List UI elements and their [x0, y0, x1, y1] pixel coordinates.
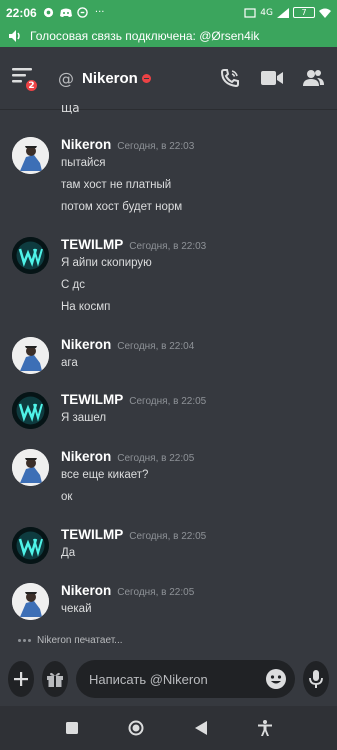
message-author[interactable]: Nikeron Сегодня, в 22:04 [61, 337, 194, 352]
message-author[interactable]: Nikeron Сегодня, в 22:05 [61, 583, 194, 598]
system-status-bar: 22:06 ··· 4G 7 [0, 0, 337, 25]
message-text: все еще кикает? [61, 469, 149, 481]
system-navigation-bar [0, 706, 337, 750]
avatar[interactable] [12, 527, 49, 564]
avatar[interactable] [12, 392, 49, 429]
message-timestamp: Сегодня, в 22:05 [129, 531, 207, 542]
message-text: ага [61, 357, 78, 369]
signal-icon [277, 7, 289, 19]
message-timestamp: Сегодня, в 22:05 [129, 396, 207, 407]
back-triangle-icon[interactable] [190, 717, 212, 739]
battery-level: 7 [301, 8, 307, 17]
square-nav-icon[interactable] [61, 717, 83, 739]
message-timestamp: Сегодня, в 22:04 [117, 341, 195, 352]
voice-message-button[interactable] [303, 661, 329, 697]
unread-badge: 2 [24, 78, 39, 93]
message-author[interactable]: Nikeron Сегодня, в 22:05 [61, 449, 194, 464]
message-text: ок [61, 491, 73, 503]
speaker-icon [8, 29, 22, 43]
message-timestamp: Сегодня, в 22:03 [117, 141, 195, 152]
voice-connected-banner[interactable]: Голосовая связь подключена: @Ørsen4ik [0, 25, 337, 47]
battery-icon: 7 [293, 7, 315, 18]
message-text: пытайся [61, 157, 106, 169]
do-not-disturb-status-icon [141, 73, 151, 83]
author-name: TEWILMP [61, 527, 124, 542]
avatar[interactable] [12, 237, 49, 274]
author-name: TEWILMP [61, 392, 124, 407]
typing-dots-icon [18, 638, 31, 642]
video-camera-icon[interactable] [261, 67, 283, 89]
discord-icon [59, 7, 72, 19]
message-input[interactable] [89, 671, 265, 687]
author-name: Nikeron [61, 583, 112, 598]
author-name: Nikeron [61, 337, 112, 352]
accessibility-icon[interactable] [254, 717, 276, 739]
circle-nav-icon[interactable] [125, 717, 147, 739]
avatar[interactable] [12, 337, 49, 374]
author-name: Nikeron [61, 449, 112, 464]
plus-icon [14, 672, 28, 686]
message-timestamp: Сегодня, в 22:03 [129, 241, 207, 252]
avatar[interactable] [12, 449, 49, 486]
microphone-icon [309, 670, 323, 688]
avatar[interactable] [12, 583, 49, 620]
clock: 22:06 [6, 5, 37, 20]
message-text: Да [61, 547, 76, 559]
dm-at-symbol: @ [58, 68, 74, 88]
gift-icon [47, 672, 63, 687]
author-name: TEWILMP [61, 237, 124, 252]
message-list[interactable]: ща Nikeron Сегодня, в 22:03 пытайся там х… [0, 95, 337, 630]
message-text: потом хост будет норм [61, 201, 183, 213]
author-name: Nikeron [61, 137, 112, 152]
more-notifications-icon: ··· [94, 7, 105, 18]
message-input-wrapper [76, 660, 295, 698]
phone-call-icon[interactable] [219, 67, 241, 89]
add-attachment-button[interactable] [8, 661, 34, 697]
message-timestamp: Сегодня, в 22:05 [117, 453, 195, 464]
message-composer [0, 654, 337, 704]
typing-text: Nikeron печатает... [37, 634, 123, 646]
cast-icon [244, 7, 256, 19]
dm-recipient-name[interactable]: Nikeron [82, 70, 138, 87]
message-text: там хост не платный [61, 179, 172, 191]
typing-indicator: Nikeron печатает... [0, 630, 337, 650]
gift-button[interactable] [42, 661, 68, 697]
avatar[interactable] [12, 137, 49, 174]
app-notification-icon [77, 7, 89, 19]
message-text: ща [61, 101, 80, 115]
message-author[interactable]: TEWILMP Сегодня, в 22:05 [61, 527, 206, 542]
network-type: 4G [260, 7, 273, 18]
message-author[interactable]: TEWILMP Сегодня, в 22:05 [61, 392, 206, 407]
message-author[interactable]: TEWILMP Сегодня, в 22:03 [61, 237, 206, 252]
emoji-icon[interactable] [265, 668, 287, 690]
message-text: На космп [61, 301, 111, 313]
message-text: Я зашел [61, 412, 107, 424]
members-icon[interactable] [303, 67, 325, 89]
menu-button[interactable]: 2 [12, 64, 40, 93]
wifi-icon [319, 7, 331, 19]
voice-connected-text: Голосовая связь подключена: @Ørsen4ik [30, 29, 260, 43]
message-text: чекай [61, 603, 92, 615]
message-text: Я айпи скопирую [61, 257, 152, 269]
message-timestamp: Сегодня, в 22:05 [117, 587, 195, 598]
message-author[interactable]: Nikeron Сегодня, в 22:03 [61, 137, 194, 152]
message-text: С дс [61, 279, 85, 291]
chat-notification-icon [43, 7, 55, 19]
